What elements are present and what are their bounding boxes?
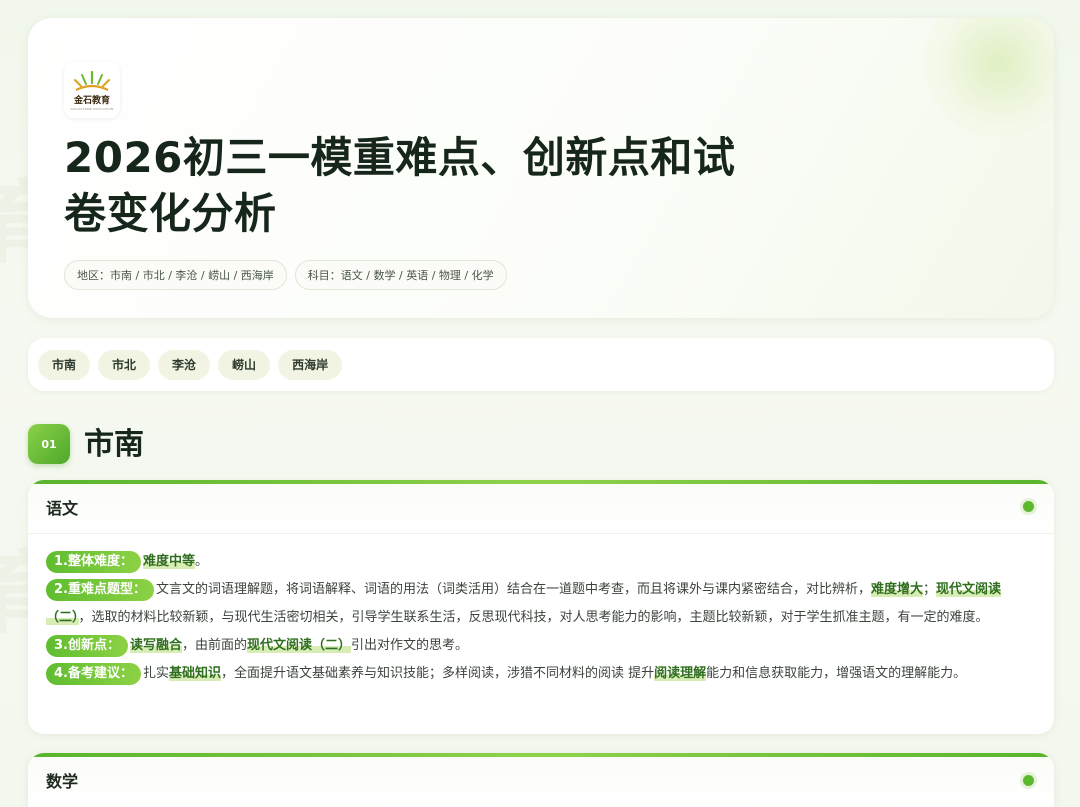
item-label: 1.整体难度：: [46, 551, 141, 573]
subject-card-math: 数学: [28, 753, 1054, 807]
district-tabs: 市南 市北 李沧 崂山 西海岸: [28, 338, 1054, 391]
status-dot-icon: [1023, 774, 1034, 786]
logo-subtitle: GOLDSTONE EDUCATION: [70, 106, 114, 111]
subject-content: 1.整体难度： 难度中等。 2.重难点题型： 文言文的词语理解题，将词语解释、词语的…: [28, 534, 1054, 688]
item-text: 能力和信息获取能力，增强语文的理解能力。: [706, 666, 967, 681]
item-text: 文言文的词语理解题，将词语解释、词语的用法（词类活用）结合在一道题中考查，而且将…: [155, 582, 871, 597]
subject-name: 语文: [46, 498, 79, 518]
logo-name: 金石教育: [73, 95, 110, 106]
highlight-text: 基础知识: [169, 666, 222, 681]
key-question-item: 2.重难点题型： 文言文的词语理解题，将词语解释、词语的用法（词类活用）结合在一道…: [46, 576, 1036, 632]
item-label: 3.创新点：: [46, 635, 128, 657]
subject-header[interactable]: 语文: [28, 480, 1054, 534]
highlight-text: 难度中等: [142, 554, 195, 569]
highlight-text: 阅读理解: [654, 666, 707, 681]
item-text: 引出对作文的思考。: [351, 638, 469, 653]
item-text: 扎实: [142, 666, 169, 681]
page-title: 2026初三一模重难点、创新点和试 卷变化分析: [64, 130, 784, 242]
item-text: ，选取的材料比较新颖，与现代生活密切相关，引导学生联系生活，反思现代科技，对人思…: [78, 610, 989, 625]
innovation-item: 3.创新点： 读写融合，由前面的现代文阅读（二）引出对作文的思考。: [46, 632, 1036, 660]
section-title: 市南: [84, 427, 144, 462]
item-text: ；: [923, 582, 937, 597]
region-chip: 地区：市南 / 市北 / 李沧 / 崂山 / 西海岸: [64, 260, 287, 290]
prep-advice-item: 4.备考建议： 扎实基础知识，全面提升语文基础素养与知识技能；多样阅读，涉猎不同材…: [46, 660, 1036, 688]
difficulty-item: 1.整体难度： 难度中等。: [46, 548, 1036, 576]
tab-shibei[interactable]: 市北: [98, 349, 151, 380]
tab-xihaian[interactable]: 西海岸: [278, 349, 343, 380]
page-title-line1: 2026初三一模重难点、创新点和试: [64, 133, 736, 182]
subject-header[interactable]: 数学: [28, 753, 1054, 807]
section-number-badge: 01: [28, 424, 70, 464]
item-label: 4.备考建议：: [46, 663, 141, 685]
status-dot-icon: [1023, 501, 1034, 512]
item-text: ，全面提升语文基础素养与知识技能；多样阅读，涉猎不同材料的阅读 提升: [221, 666, 655, 681]
item-text: ，由前面的: [182, 638, 248, 653]
header-glow: [924, 18, 1054, 138]
page-title-line2: 卷变化分析: [64, 189, 277, 238]
sun-icon: [74, 70, 110, 91]
highlight-text: 难度增大: [871, 582, 924, 597]
header-card: 金石教育 GOLDSTONE EDUCATION 2026初三一模重难点、创新点…: [28, 18, 1054, 318]
highlight-text: 读写融合: [129, 638, 182, 653]
item-label: 2.重难点题型：: [46, 579, 154, 601]
subject-card-chinese: 语文 1.整体难度： 难度中等。 2.重难点题型： 文言文的词语理解题，将词语解释、…: [28, 480, 1054, 734]
item-text: 。: [195, 554, 209, 569]
highlight-text: 现代文阅读（二）: [247, 638, 352, 653]
tab-laoshan[interactable]: 崂山: [218, 349, 271, 380]
tab-shinan[interactable]: 市南: [38, 349, 91, 380]
subject-chip: 科目：语文 / 数学 / 英语 / 物理 / 化学: [294, 260, 507, 290]
subject-name: 数学: [46, 772, 79, 791]
brand-logo: 金石教育 GOLDSTONE EDUCATION: [64, 62, 120, 118]
tab-licang[interactable]: 李沧: [158, 349, 211, 380]
meta-chips: 地区：市南 / 市北 / 李沧 / 崂山 / 西海岸 科目：语文 / 数学 / …: [64, 260, 507, 290]
